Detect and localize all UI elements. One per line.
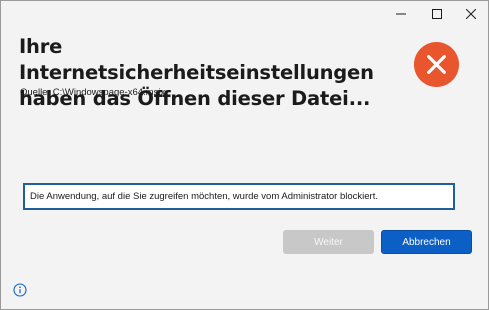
info-icon[interactable] <box>13 283 27 297</box>
dialog-title: Ihre Internetsicherheitseinstellungen ha… <box>19 35 374 110</box>
close-icon <box>466 9 476 19</box>
minimize-button[interactable] <box>383 1 419 27</box>
minimize-icon <box>396 13 406 15</box>
blocked-message: Die Anwendung, auf die Sie zugreifen möc… <box>23 183 455 210</box>
cancel-button[interactable]: Abbrechen <box>381 230 472 254</box>
app-installer-window: Ihre Internetsicherheitseinstellungen ha… <box>0 0 489 310</box>
close-button[interactable] <box>453 1 489 27</box>
source-path: Quelle: C:\Windowspage-x64.msix <box>20 87 166 98</box>
maximize-button[interactable] <box>419 1 455 27</box>
maximize-icon <box>432 9 442 19</box>
error-icon <box>413 41 460 88</box>
continue-button[interactable]: Weiter <box>283 230 374 254</box>
